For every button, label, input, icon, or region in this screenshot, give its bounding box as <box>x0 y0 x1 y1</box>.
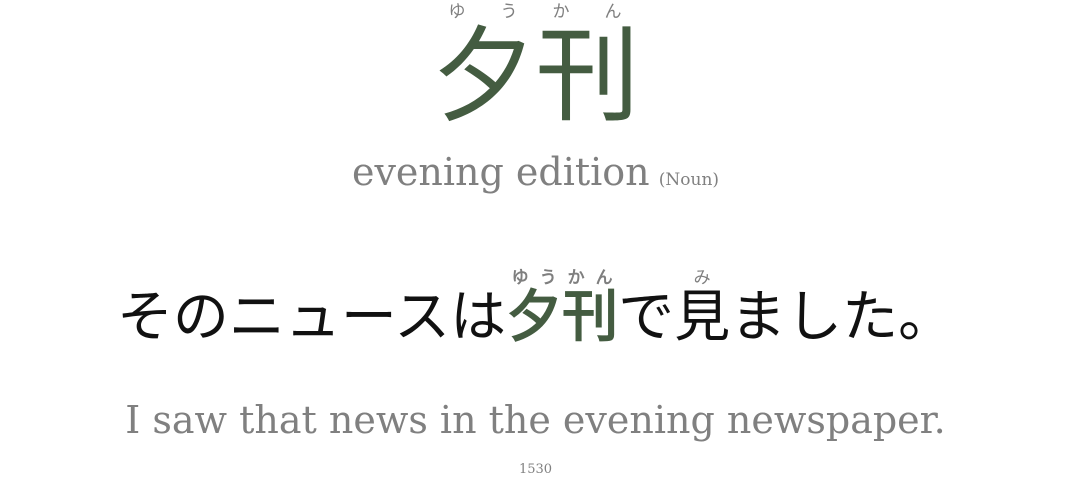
sentence-kanji-2-reading: み <box>674 268 731 288</box>
sentence-before: そのニュースは <box>116 285 507 350</box>
sentence-target-text: 夕刊 <box>506 284 619 350</box>
sentence-middle: で <box>618 285 675 350</box>
meaning-line: evening edition (Noun) <box>0 150 1071 194</box>
sentence-after: ました。 <box>730 285 955 350</box>
example-sentence: そのニュースは夕刊ゆうかんで見みました。 <box>0 268 1071 351</box>
card-id: 1530 <box>518 462 553 477</box>
sentence-target-reading: ゆうかん <box>506 268 619 288</box>
head-word-reading: ゆうかん <box>431 2 640 22</box>
sentence-kanji-2: 見み <box>674 268 731 350</box>
sentence-translation: I saw that news in the evening newspaper… <box>125 398 946 442</box>
part-of-speech: (Noun) <box>658 170 720 190</box>
head-word-kanji: 夕刊ゆうかん <box>431 2 640 137</box>
head-word-text: 夕刊 <box>431 15 640 137</box>
head-word: 夕刊ゆうかん <box>0 2 1071 128</box>
sentence-target-word: 夕刊ゆうかん <box>506 268 619 350</box>
sentence-kanji-2-text: 見 <box>674 285 731 350</box>
word-meaning: evening edition <box>351 150 650 194</box>
flashcard: 夕刊ゆうかん evening edition (Noun) そのニュースは夕刊ゆ… <box>0 0 1071 501</box>
